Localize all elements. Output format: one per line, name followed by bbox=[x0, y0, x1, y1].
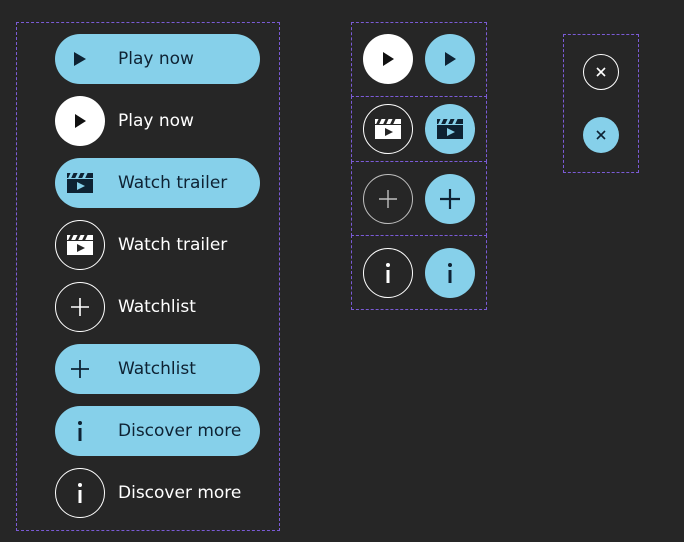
plus-icon bbox=[55, 344, 105, 394]
plus-icon bbox=[379, 190, 397, 208]
watch-trailer-button-filled[interactable]: Watch trailer bbox=[55, 158, 260, 208]
close-icon bbox=[596, 130, 606, 140]
play-icon bbox=[445, 52, 456, 66]
clapperboard-play-icon bbox=[55, 220, 105, 270]
trailer-icon-button-outline[interactable] bbox=[363, 104, 413, 154]
discover-more-label: Discover more bbox=[118, 421, 242, 441]
clapperboard-play-icon bbox=[375, 119, 401, 139]
play-icon bbox=[55, 96, 105, 146]
discover-more-button-filled[interactable]: Discover more bbox=[55, 406, 260, 456]
play-icon bbox=[383, 52, 394, 66]
play-now-button-filled[interactable]: Play now bbox=[55, 34, 260, 84]
clapperboard-play-icon bbox=[437, 119, 463, 139]
info-icon bbox=[55, 406, 105, 456]
close-button-blue[interactable] bbox=[583, 117, 619, 153]
info-icon bbox=[55, 468, 105, 518]
info-icon bbox=[448, 263, 452, 283]
play-now-label: Play now bbox=[118, 49, 194, 69]
play-icon bbox=[55, 34, 105, 84]
play-now-label: Play now bbox=[118, 111, 194, 131]
discover-more-button-outline[interactable]: Discover more bbox=[55, 468, 260, 518]
watchlist-label: Watchlist bbox=[118, 297, 196, 317]
play-now-button-outline[interactable]: Play now bbox=[55, 96, 260, 146]
plus-icon bbox=[55, 282, 105, 332]
watch-trailer-button-outline[interactable]: Watch trailer bbox=[55, 220, 260, 270]
close-icon bbox=[596, 67, 606, 77]
watch-trailer-label: Watch trailer bbox=[118, 173, 228, 193]
watchlist-button-outline[interactable]: Watchlist bbox=[55, 282, 260, 332]
close-button-outline[interactable] bbox=[583, 54, 619, 90]
add-icon-button-outline[interactable] bbox=[363, 174, 413, 224]
watch-trailer-label: Watch trailer bbox=[118, 235, 228, 255]
trailer-icon-button-blue[interactable] bbox=[425, 104, 475, 154]
info-icon bbox=[386, 263, 390, 283]
plus-icon bbox=[440, 189, 460, 209]
discover-more-label: Discover more bbox=[118, 483, 242, 503]
watchlist-label: Watchlist bbox=[118, 359, 196, 379]
play-icon-button-blue[interactable] bbox=[425, 34, 475, 84]
add-icon-button-blue[interactable] bbox=[425, 174, 475, 224]
info-icon-button-outline[interactable] bbox=[363, 248, 413, 298]
watchlist-button-filled[interactable]: Watchlist bbox=[55, 344, 260, 394]
clapperboard-play-icon bbox=[55, 158, 105, 208]
play-icon-button-white[interactable] bbox=[363, 34, 413, 84]
info-icon-button-blue[interactable] bbox=[425, 248, 475, 298]
